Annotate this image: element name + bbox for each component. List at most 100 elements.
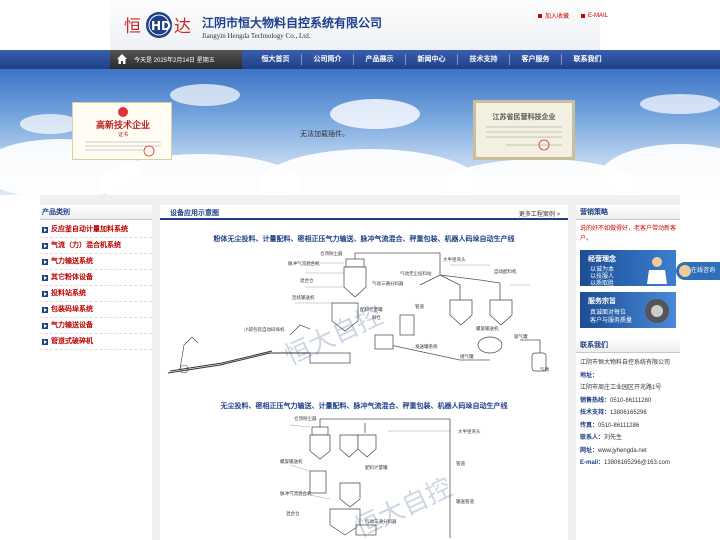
main-header: 设备应用示意图 更多工程案例 > [160,205,568,220]
d1-label: 气动三通分料器 [372,280,404,287]
header-inner: 恒 HD 达 江阴市恒大物料自控系统有限公司 Jiangyin Hengda T… [110,0,600,50]
category-item[interactable]: 包装码垛系统 [40,302,152,318]
cloud [640,94,720,114]
category-item[interactable]: 气力输送设备 [40,318,152,334]
arrow-icon [42,290,48,297]
category-item[interactable]: 管道式破碎机 [40,334,152,350]
email-label: E-mail： [580,460,605,466]
d2-label: 仓顶除尘器 [294,415,317,422]
category-item[interactable]: 气力输送系统 [40,254,152,270]
date-text: 今天是 2025年2月14日 星期五 [134,58,215,64]
date-bar: 今天是 2025年2月14日 星期五 [110,50,242,69]
d1-label: 自动配料机 [494,268,517,275]
arrow-icon [42,274,48,281]
strategy-title: 营销策略 [576,205,680,220]
fax-label: 传真： [580,422,599,429]
home-icon[interactable] [117,54,127,64]
contact-title: 联系我们 [576,338,680,353]
cert-right-title: 江苏省民营科技企业 [493,112,556,121]
cert-left-sub: 证书 [118,131,128,138]
bullet-icon [581,13,586,18]
diagram1-image: 仓顶除尘器 大半径弯头 脉冲气流混合机 混合仓 气动三通分料器 气动无尘投料站 … [167,250,549,374]
d1-label: 小袋包装自动码垛机 [244,326,285,333]
cloud [600,144,720,195]
bullet-icon [538,13,542,18]
category-item[interactable]: 其它粉体设备 [40,270,152,286]
d1-label: 混合仓 [300,277,314,284]
online-chat-button[interactable]: 在线咨询 [676,262,720,280]
d1-label: 螺旋输送机 [476,325,499,332]
plugin-message: 无法加载插件。 [300,131,349,138]
logo-mark: HD [151,19,171,33]
email-link[interactable]: E-MAIL [581,11,608,20]
certificate-right: 江苏省民营科技企业 [473,100,575,160]
right-sidebar: 营销策略 说的好不如做得好，老客户带动新客户。 经营理念 以诚为本 以技服人 以… [576,205,680,540]
d1-label: 吸气罐 [514,333,528,340]
category-item[interactable]: 气流（力）混合机系统 [40,238,152,254]
more-cases-link[interactable]: 更多工程案例 > [519,209,560,218]
nav-support[interactable]: 技术支持 [458,50,509,69]
agent-avatar-icon [679,265,691,277]
company-logo[interactable]: 恒 HD 达 [124,10,194,40]
logo-text-left: 恒 [124,17,141,37]
company-name-cn: 江阴市恒大物料自控系统有限公司 [202,16,383,30]
left-sidebar: 产品类别 反应釜自动计量加料系统 气流（力）混合机系统 气力输送系统 其它粉体设… [40,205,152,540]
d2-label: 脉冲气流混合机 [280,490,312,497]
arrow-icon [42,306,48,313]
web-label: 网址： [580,447,599,454]
d2-label: 配料计量罐 [365,464,388,471]
businessman-icon [647,257,667,284]
person-label: 联系人： [580,435,605,441]
main-nav: 今天是 2025年2月14日 星期五 恒大首页 公司简介 产品展示 新闻中心 技… [0,50,720,69]
nav-products[interactable]: 产品展示 [354,50,405,69]
diagram2-image: 仓顶除尘器 大半径弯头 螺旋输送机 配料计量罐 脉冲气流混合机 混合仓 管道 气… [280,415,481,540]
category-item[interactable]: 反应釜自动计量加料系统 [40,222,152,238]
diagram2-title: 无尘投料、密相正压气力输送、计量配料、脉冲气流混合、秤重包装、机器人码垛自动生产… [220,403,508,410]
cloud [20,114,80,134]
email-address-link[interactable]: 13806165296@163.com [604,460,670,466]
d1-label: 气源 [540,366,549,373]
nav-service[interactable]: 客户服务 [510,50,561,69]
contact-person: 刘先生 [604,435,623,441]
promo-service[interactable]: 服务宗旨 真诚面对每位 客户与服务质量 [580,292,676,328]
nav-news[interactable]: 新闻中心 [406,50,457,69]
company-name-en: Jiangyin Hengda Technology Co., Ltd. [202,32,311,40]
hero-banner: 高新技术企业 证书 无法加载插件。 江苏省民营科技企业 [0,69,720,195]
top-links: 加入收藏 E-MAIL [538,11,608,20]
strategy-text: 说的好不如做得好，老客户带动新客户。 [580,226,677,242]
arrow-icon [42,258,48,265]
promo-business-idea[interactable]: 经营理念 以诚为本 以技服人 以质取胜 [580,250,676,287]
d1-label: 发送罐系统 [415,343,438,350]
arrow-icon [42,338,48,345]
diagram1-title: 粉体无尘投料、计量配料、密相正压气力输送、脉冲气流混合、秤重包装、机器人码垛自动… [213,236,515,243]
d2-label: 输送管道 [456,498,474,505]
watermark: 恒大自控 [350,473,457,540]
category-item[interactable]: 投料站系统 [40,286,152,302]
logo-text-right: 达 [174,17,191,37]
nav-contact[interactable]: 联系我们 [562,50,613,69]
arrow-icon [42,226,48,233]
site-header: 恒 HD 达 江阴市恒大物料自控系统有限公司 Jiangyin Hengda T… [0,0,720,50]
sales-label: 销售热线： [580,397,611,404]
add-favorite-link[interactable]: 加入收藏 [538,11,569,20]
d2-label: 管道 [456,460,465,467]
d1-label: 连续输送机 [292,294,315,301]
category-list: 反应釜自动计量加料系统 气流（力）混合机系统 气力输送系统 其它粉体设备 投料站… [40,220,152,350]
address-label: 地址： [580,372,599,379]
tech-label: 技术支持： [580,410,611,416]
category-title: 产品类别 [40,205,152,220]
website-link[interactable]: www.jyhengda.net [598,448,647,454]
nav-items: 恒大首页 公司简介 产品展示 新闻中心 技术支持 客户服务 联系我们 [250,50,613,69]
page: 恒 HD 达 江阴市恒大物料自控系统有限公司 Jiangyin Hengda T… [0,0,720,540]
d1-label: 储气罐 [460,353,474,360]
nav-about[interactable]: 公司简介 [302,50,353,69]
d2-label: 混合仓 [286,510,300,517]
cert-left-title: 高新技术企业 [96,119,150,131]
nav-home[interactable]: 恒大首页 [250,50,301,69]
d1-label: 大半径弯头 [443,256,466,263]
d2-label: 螺旋输送机 [280,458,303,465]
wheel-icon [645,299,669,323]
contact-info: 江阴市恒大物料自控系统有限公司 地址： 江阴市周庄工业园区开兆路1号 销售热线：… [576,353,680,474]
d2-label: 大半径弯头 [458,428,481,435]
contact-company: 江阴市恒大物料自控系统有限公司 [580,360,671,366]
